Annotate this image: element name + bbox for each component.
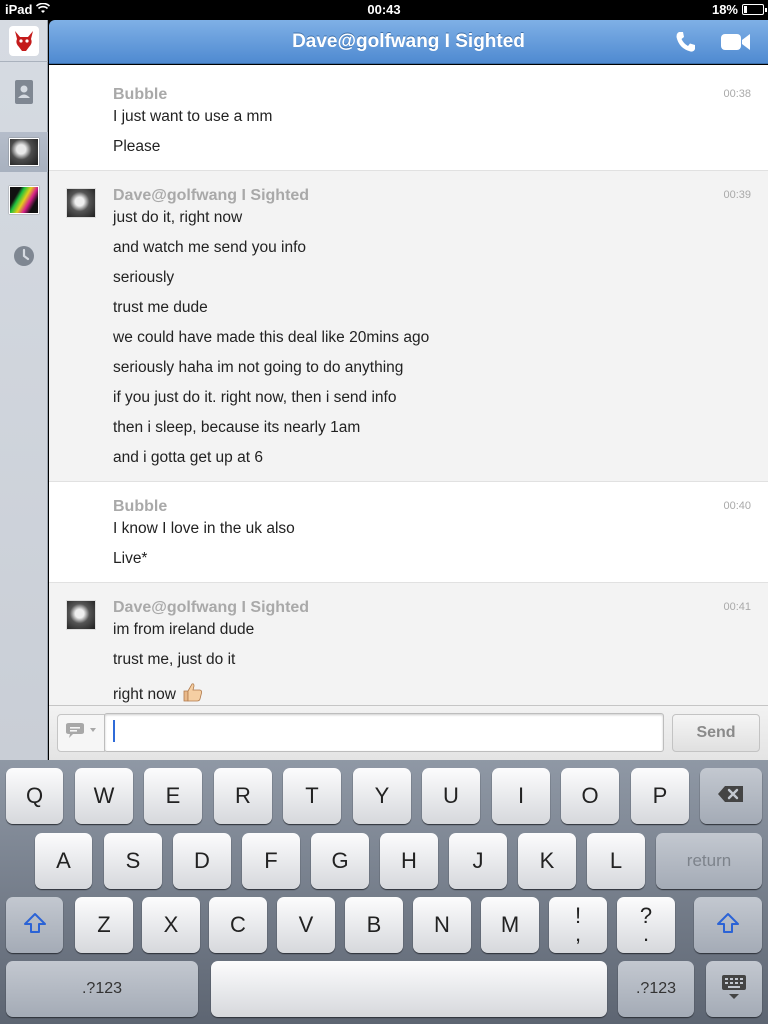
message-group: Dave@golfwang I Sighted 00:41 im from ir… [49, 583, 768, 705]
key-s[interactable]: S [104, 833, 162, 889]
backspace-icon [717, 785, 745, 808]
message-sender: Dave@golfwang I Sighted [113, 187, 310, 204]
onscreen-keyboard: Q W E R T Y U I O P A S D F G H J K L re… [0, 760, 768, 1024]
message-text: im from ireland dude [113, 621, 255, 638]
message-group: Dave@golfwang I Sighted 00:39 just do it… [49, 171, 768, 482]
message-text: seriously [113, 269, 175, 286]
message-list[interactable]: Bubble 00:38 I just want to use a mm Ple… [49, 65, 768, 705]
message-text: trust me dude [113, 299, 208, 316]
message-text: and watch me send you info [113, 239, 307, 256]
key-d[interactable]: D [173, 833, 231, 889]
status-bar: iPad 00:43 18% [0, 0, 768, 20]
message-text: right now [113, 685, 176, 703]
clock: 00:43 [367, 2, 401, 17]
numbers-key-right[interactable]: .?123 [618, 961, 694, 1017]
shift-key-left[interactable] [6, 897, 63, 953]
video-call-icon[interactable] [719, 30, 753, 54]
shift-icon [716, 912, 740, 939]
avatar [66, 188, 96, 218]
message-time: 00:38 [723, 88, 751, 100]
text-cursor [113, 720, 115, 742]
key-i[interactable]: I [492, 768, 550, 824]
avatar [9, 186, 39, 214]
key-f[interactable]: F [242, 833, 300, 889]
speech-bubble-icon [64, 722, 98, 745]
key-c[interactable]: C [209, 897, 267, 953]
message-text: then i sleep, because its nearly 1am [113, 419, 361, 436]
message-sender: Dave@golfwang I Sighted [113, 599, 310, 616]
key-h[interactable]: H [380, 833, 438, 889]
contacts-icon[interactable] [0, 72, 48, 112]
shift-icon [23, 912, 47, 939]
key-x[interactable]: X [142, 897, 200, 953]
key-r[interactable]: R [214, 768, 272, 824]
battery-percent: 18% [711, 2, 738, 17]
thumbs-up-icon [182, 681, 204, 705]
message-text: if you just do it. right now, then i sen… [113, 389, 397, 406]
message-group: Bubble 00:40 I know I love in the uk als… [49, 482, 768, 583]
key-k[interactable]: K [518, 833, 576, 889]
key-g[interactable]: G [311, 833, 369, 889]
shift-key-right[interactable] [694, 897, 762, 953]
message-text: Please [113, 138, 161, 155]
avatar [9, 138, 39, 166]
sidebar [0, 20, 48, 760]
message-text: just do it, right now [113, 209, 243, 226]
message-text: Live* [113, 550, 148, 567]
message-text: and i gotta get up at 6 [113, 449, 263, 466]
key-w[interactable]: W [75, 768, 133, 824]
key-m[interactable]: M [481, 897, 539, 953]
message-time: 00:39 [723, 189, 751, 201]
numbers-key-left[interactable]: .?123 [6, 961, 198, 1017]
message-text-with-emoji: right now [113, 681, 204, 705]
message-input[interactable] [104, 713, 664, 752]
key-comma-label: , [574, 921, 582, 946]
sidebar-item-dave[interactable] [0, 132, 48, 172]
key-period-label: . [642, 921, 650, 946]
message-text: seriously haha im not going to do anythi… [113, 359, 404, 376]
send-button[interactable]: Send [672, 714, 760, 752]
return-key[interactable]: return [656, 833, 762, 889]
key-p[interactable]: P [631, 768, 689, 824]
message-text: we could have made this deal like 20mins… [113, 329, 430, 346]
hide-keyboard-key[interactable] [706, 961, 762, 1017]
avatar [66, 600, 96, 630]
keyboard-hide-icon [719, 972, 749, 1007]
key-n[interactable]: N [413, 897, 471, 953]
message-text: trust me, just do it [113, 651, 236, 668]
app-logo-icon[interactable] [9, 26, 39, 56]
key-u[interactable]: U [422, 768, 480, 824]
key-y[interactable]: Y [353, 768, 411, 824]
message-time: 00:40 [723, 500, 751, 512]
recent-icon[interactable] [0, 236, 48, 276]
message-group: Bubble 00:38 I just want to use a mm Ple… [49, 65, 768, 171]
key-l[interactable]: L [587, 833, 645, 889]
message-text: I know I love in the uk also [113, 520, 295, 537]
battery-icon [742, 4, 767, 15]
emoticon-picker-button[interactable] [57, 714, 105, 752]
message-time: 00:41 [723, 601, 751, 613]
key-e[interactable]: E [144, 768, 202, 824]
sidebar-item-contact[interactable] [0, 180, 48, 220]
backspace-key[interactable] [700, 768, 762, 824]
key-v[interactable]: V [277, 897, 335, 953]
key-t[interactable]: T [283, 768, 341, 824]
message-sender: Bubble [113, 498, 168, 515]
key-a[interactable]: A [35, 833, 92, 889]
compose-bar: Send [49, 705, 768, 760]
key-o[interactable]: O [561, 768, 619, 824]
key-b[interactable]: B [345, 897, 403, 953]
phone-icon[interactable] [671, 30, 701, 54]
conversation-header: Dave@golfwang I Sighted [49, 20, 768, 64]
key-z[interactable]: Z [75, 897, 133, 953]
message-sender: Bubble [113, 86, 168, 103]
key-j[interactable]: J [449, 833, 507, 889]
space-key[interactable] [211, 961, 607, 1017]
key-exclamation-comma[interactable]: !, [549, 897, 607, 953]
key-question-period[interactable]: ?. [617, 897, 675, 953]
message-text: I just want to use a mm [113, 108, 273, 125]
page-title: Dave@golfwang I Sighted [292, 31, 525, 52]
key-q[interactable]: Q [6, 768, 63, 824]
